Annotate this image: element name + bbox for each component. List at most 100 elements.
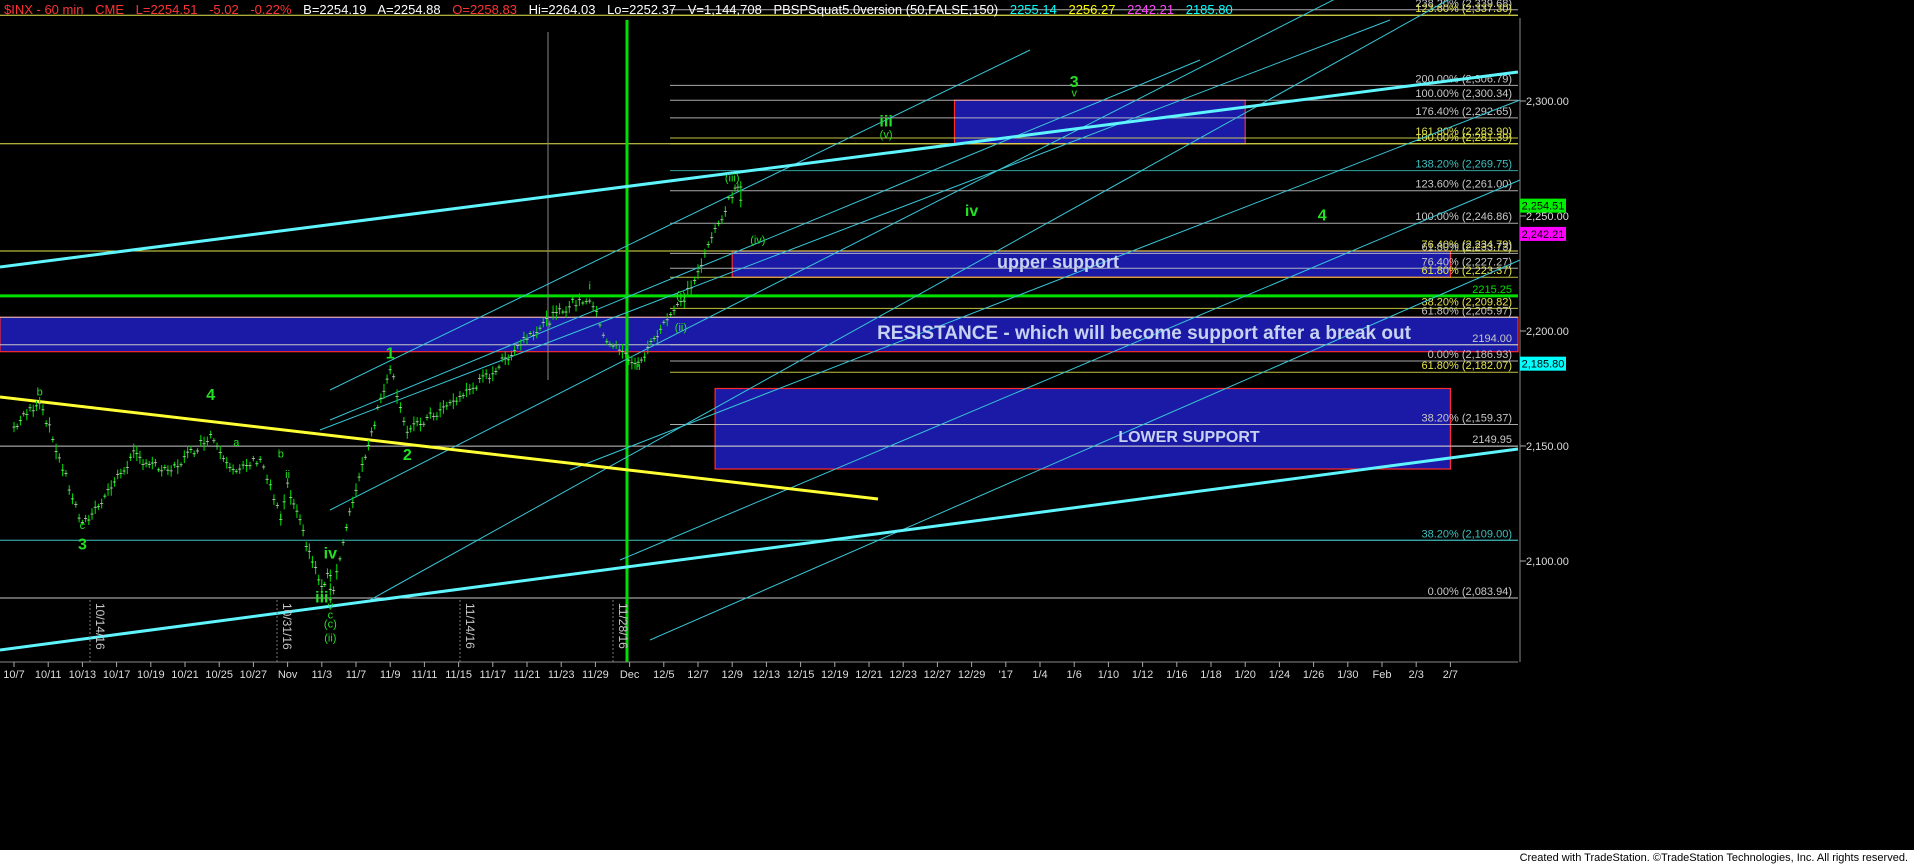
time-label-36: 1/20 [1234,669,1255,681]
wave-label-27: 4 [1318,208,1327,225]
fib-label-21: 2149.95 [1472,434,1512,446]
time-label-14: 11/17 [479,669,506,681]
time-label-10: 11/7 [346,669,367,681]
zone-label-1: upper support [997,252,1119,272]
fib-label-13: 61.80% (2,223.37) [1421,265,1512,277]
wave-label-17: ii [636,361,641,373]
time-label-19: 12/5 [653,669,674,681]
fib-label-4: 176.40% (2,292.65) [1415,106,1512,118]
time-label-30: 1/4 [1032,669,1047,681]
wave-label-18: (i) [676,290,686,302]
time-label-42: 2/7 [1443,669,1458,681]
zone-label-2: RESISTANCE - which will become support a… [877,323,1412,344]
symbol-label: $INX - 60 min [4,2,84,17]
time-label-15: 11/21 [514,669,541,681]
study-value-4: 2185.80 [1185,2,1233,17]
wave-label-19: (ii) [675,322,687,334]
vdate-label-3: 11/28/16 [616,603,630,649]
fib-label-8: 123.60% (2,261.00) [1415,179,1512,191]
axis-label-1: 2,250.00 [1526,211,1569,223]
time-label-11: 11/9 [380,669,401,681]
time-label-13: 11/15 [445,669,472,681]
price-chart[interactable]: 238.20% (2,339.68)123.60% (2,337.30)200.… [0,0,1914,866]
wave-label-2: c [80,520,86,532]
fib-label-14: 2215.25 [1472,284,1512,296]
time-label-18: Dec [620,669,640,681]
time-label-39: 1/30 [1337,669,1358,681]
wave-label-13: (ii) [324,633,336,645]
time-label-7: 10/27 [240,669,268,681]
ask-price: A=2254.88 [377,2,441,17]
time-label-33: 1/12 [1132,669,1153,681]
time-label-38: 1/26 [1303,669,1324,681]
time-label-17: 11/29 [582,669,609,681]
axis-label-3: 2,150.00 [1526,441,1569,453]
high-price: Hi=2264.03 [528,2,596,17]
study-value-2: 2256.27 [1068,2,1116,17]
wave-label-23: iii [879,113,892,130]
time-label-8: Nov [278,669,298,681]
wave-label-6: i [280,511,282,523]
wave-label-20: (iii) [725,173,740,185]
wave-label-3: 4 [206,387,215,404]
axis-label-0: 2,300.00 [1526,96,1569,108]
time-label-41: 2/3 [1409,669,1424,681]
wave-label-16: i [588,281,590,293]
fib-label-7: 138.20% (2,269.75) [1415,159,1512,171]
fib-label-17: 2194.00 [1472,333,1512,345]
wave-label-1: 3 [78,537,87,554]
change-value: -5.02 [209,2,239,17]
time-label-28: 12/29 [958,669,986,681]
time-label-34: 1/16 [1166,669,1187,681]
zone-box-3 [714,387,1451,470]
time-label-16: 11/23 [548,669,575,681]
fib-label-22: 38.20% (2,109.00) [1421,528,1512,540]
axis-label-2: 2,200.00 [1526,326,1569,338]
wave-label-24: (v) [880,129,893,141]
wave-label-7: ii [285,469,290,481]
time-label-29: '17 [999,669,1013,681]
time-label-0: 10/7 [3,669,24,681]
time-label-4: 10/19 [137,669,165,681]
time-label-20: 12/7 [687,669,708,681]
time-label-31: 1/6 [1067,669,1082,681]
study-value-1: 2255.14 [1009,2,1057,17]
open-price: O=2258.83 [452,2,517,17]
axis-label-4: 2,100.00 [1526,556,1569,568]
fib-label-9: 100.00% (2,246.86) [1415,211,1512,223]
wave-label-5: b [278,449,284,461]
zone-label-3: LOWER SUPPORT [1118,429,1260,446]
wave-label-22: iv [965,203,978,220]
time-label-32: 1/10 [1098,669,1119,681]
change-pct: -0.22% [250,2,292,17]
fib-label-23: 0.00% (2,083.94) [1428,586,1512,598]
wave-label-14: 1 [386,346,395,363]
time-label-35: 1/18 [1200,669,1221,681]
fib-label-19: 61.80% (2,182.07) [1421,360,1512,372]
wave-label-4: a [233,437,240,449]
time-label-26: 12/23 [889,669,917,681]
wave-label-21: (iv) [750,235,765,247]
time-label-25: 12/21 [855,669,883,681]
time-label-12: 11/11 [411,669,437,681]
vdate-label-0: 10/14/16 [93,603,107,650]
low-price: Lo=2252.37 [607,2,677,17]
wave-label-26: v [1071,87,1077,99]
vdate-label-1: 10/31/16 [280,603,294,650]
wave-label-15: 2 [403,447,412,464]
time-label-37: 1/24 [1269,669,1290,681]
wave-label-12: (c) [324,619,337,631]
time-label-22: 12/13 [753,669,781,681]
time-label-2: 10/13 [69,669,97,681]
time-label-21: 12/9 [721,669,742,681]
chart-header: $INX - 60 min CME L=2254.51 -5.02 -0.22%… [4,2,1241,17]
time-label-27: 12/27 [924,669,952,681]
time-label-6: 10/25 [205,669,233,681]
vdate-label-2: 11/14/16 [463,603,477,649]
wave-label-0: b [37,386,43,398]
fib-label-3: 100.00% (2,300.34) [1415,88,1512,100]
last-price: L=2254.51 [135,2,198,17]
study-value-3: 2242.21 [1127,2,1175,17]
fib-label-16: 61.80% (2,205.97) [1421,305,1512,317]
bid-price: B=2254.19 [303,2,367,17]
